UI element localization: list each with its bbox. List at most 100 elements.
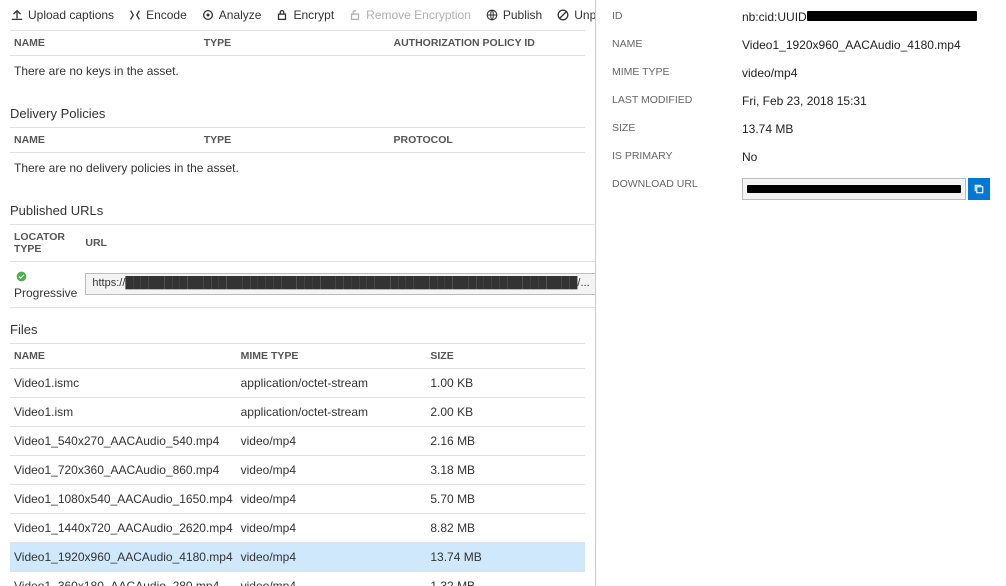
unlock-icon: [348, 8, 362, 22]
table-row[interactable]: Video1_720x360_AACAudio_860.mp4video/mp4…: [10, 455, 585, 484]
file-name: Video1_720x360_AACAudio_860.mp4: [10, 455, 237, 484]
keys-table: NAME TYPE AUTHORIZATION POLICY ID: [10, 30, 585, 56]
col-mime: MIME TYPE: [237, 343, 427, 368]
table-row[interactable]: Video1.ismcapplication/octet-stream1.00 …: [10, 368, 585, 397]
url-input[interactable]: https://████████████████████████████████…: [85, 273, 596, 295]
locator-type: Progressive: [14, 286, 77, 300]
files-table: NAME MIME TYPE SIZE Video1.ismcapplicati…: [10, 343, 585, 586]
col-url: URL: [81, 225, 596, 262]
table-header-row: LOCATOR TYPE URL: [10, 225, 596, 262]
col-protocol: PROTOCOL: [390, 128, 586, 153]
redacted-id: [807, 11, 977, 21]
analyze-button[interactable]: Analyze: [201, 8, 262, 22]
file-size: 1.32 MB: [426, 571, 585, 586]
detail-label: SIZE: [612, 122, 742, 134]
col-size: SIZE: [426, 343, 585, 368]
detail-label: DOWNLOAD URL: [612, 178, 742, 190]
detail-id: ID nb:cid:UUID: [612, 10, 990, 24]
table-row[interactable]: Video1_1440x720_AACAudio_2620.mp4video/m…: [10, 513, 585, 542]
col-auth: AUTHORIZATION POLICY ID: [390, 31, 586, 56]
file-size: 13.74 MB: [426, 542, 585, 571]
file-size: 5.70 MB: [426, 484, 585, 513]
detail-value: [742, 178, 990, 200]
analyze-icon: [201, 8, 215, 22]
detail-label: IS PRIMARY: [612, 150, 742, 162]
file-mime: video/mp4: [237, 455, 427, 484]
detail-modified: LAST MODIFIED Fri, Feb 23, 2018 15:31: [612, 94, 990, 108]
unpublish-button[interactable]: Unpublish: [556, 8, 596, 22]
toolbar-label: Publish: [503, 8, 542, 22]
file-name: Video1_1080x540_AACAudio_1650.mp4: [10, 484, 237, 513]
files-title: Files: [10, 322, 585, 337]
file-size: 2.00 KB: [426, 397, 585, 426]
file-mime: video/mp4: [237, 426, 427, 455]
table-row[interactable]: Video1_360x180_AACAudio_280.mp4video/mp4…: [10, 571, 585, 586]
detail-value: Video1_1920x960_AACAudio_4180.mp4: [742, 38, 990, 52]
toolbar-label: Encrypt: [293, 8, 334, 22]
remove-encryption-button: Remove Encryption: [348, 8, 471, 22]
file-mime: video/mp4: [237, 571, 427, 586]
published-table: LOCATOR TYPE URL Progressive https://███…: [10, 224, 596, 308]
detail-label: NAME: [612, 38, 742, 50]
table-header-row: NAME TYPE PROTOCOL: [10, 128, 585, 153]
file-mime: video/mp4: [237, 513, 427, 542]
file-mime: application/octet-stream: [237, 368, 427, 397]
file-name: Video1_360x180_AACAudio_280.mp4: [10, 571, 237, 586]
file-name: Video1.ism: [10, 397, 237, 426]
table-row[interactable]: Video1_1920x960_AACAudio_4180.mp4video/m…: [10, 542, 585, 571]
file-name: Video1_540x270_AACAudio_540.mp4: [10, 426, 237, 455]
encode-icon: [128, 8, 142, 22]
url-box: https://████████████████████████████████…: [85, 273, 596, 295]
detail-value: Fri, Feb 23, 2018 15:31: [742, 94, 990, 108]
col-type: TYPE: [200, 31, 390, 56]
file-mime: application/octet-stream: [237, 397, 427, 426]
col-name: NAME: [10, 128, 200, 153]
toolbar-label: Unpublish: [574, 8, 596, 22]
download-url-input[interactable]: [742, 178, 966, 200]
block-icon: [556, 8, 570, 22]
file-mime: video/mp4: [237, 484, 427, 513]
delivery-table: NAME TYPE PROTOCOL: [10, 127, 585, 153]
col-name: NAME: [10, 31, 200, 56]
encrypt-button[interactable]: Encrypt: [275, 8, 334, 22]
file-name: Video1_1440x720_AACAudio_2620.mp4: [10, 513, 237, 542]
detail-value: No: [742, 150, 990, 164]
detail-value: video/mp4: [742, 66, 990, 80]
file-name: Video1_1920x960_AACAudio_4180.mp4: [10, 542, 237, 571]
file-size: 2.16 MB: [426, 426, 585, 455]
redacted-url: [747, 185, 961, 193]
published-url-row[interactable]: Progressive https://████████████████████…: [10, 262, 596, 308]
table-row[interactable]: Video1_1080x540_AACAudio_1650.mp4video/m…: [10, 484, 585, 513]
publish-button[interactable]: Publish: [485, 8, 542, 22]
checkmark-icon: [14, 269, 28, 283]
detail-mime: MIME TYPE video/mp4: [612, 66, 990, 80]
table-row[interactable]: Video1_540x270_AACAudio_540.mp4video/mp4…: [10, 426, 585, 455]
delivery-title: Delivery Policies: [10, 106, 585, 121]
detail-label: MIME TYPE: [612, 66, 742, 78]
published-title: Published URLs: [10, 203, 585, 218]
globe-icon: [485, 8, 499, 22]
copy-download-button[interactable]: [968, 178, 990, 200]
toolbar-label: Encode: [146, 8, 187, 22]
table-row[interactable]: Video1.ismapplication/octet-stream2.00 K…: [10, 397, 585, 426]
detail-primary: IS PRIMARY No: [612, 150, 990, 164]
encode-button[interactable]: Encode: [128, 8, 187, 22]
upload-captions-button[interactable]: Upload captions: [10, 8, 114, 22]
col-type: TYPE: [200, 128, 390, 153]
toolbar-label: Analyze: [219, 8, 262, 22]
file-name: Video1.ismc: [10, 368, 237, 397]
lock-icon: [275, 8, 289, 22]
keys-empty-msg: There are no keys in the asset.: [10, 56, 585, 92]
detail-size: SIZE 13.74 MB: [612, 122, 990, 136]
file-size: 3.18 MB: [426, 455, 585, 484]
file-mime: video/mp4: [237, 542, 427, 571]
toolbar-label: Remove Encryption: [366, 8, 471, 22]
col-locator: LOCATOR TYPE: [10, 225, 81, 262]
file-size: 8.82 MB: [426, 513, 585, 542]
toolbar-label: Upload captions: [28, 8, 114, 22]
upload-icon: [10, 8, 24, 22]
delivery-empty-msg: There are no delivery policies in the as…: [10, 153, 585, 189]
right-detail-pane: ID nb:cid:UUID NAME Video1_1920x960_AACA…: [596, 0, 1006, 586]
detail-value: nb:cid:UUID: [742, 10, 990, 24]
file-size: 1.00 KB: [426, 368, 585, 397]
